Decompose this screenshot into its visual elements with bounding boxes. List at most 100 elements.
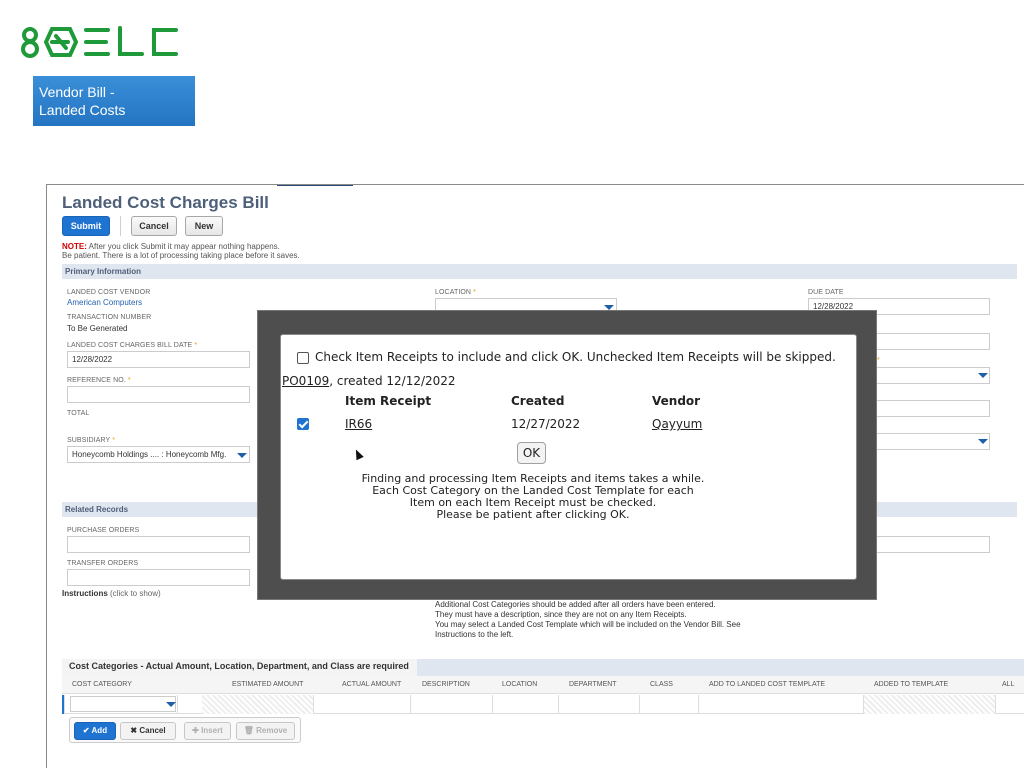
description-cell[interactable] xyxy=(411,695,493,714)
topic-badge: Vendor Bill - Landed Costs xyxy=(33,76,195,126)
company-logo xyxy=(21,26,178,58)
transfer-orders-label: TRANSFER ORDERS xyxy=(67,560,139,567)
col-class: CLASS xyxy=(650,681,673,688)
subsidiary-select[interactable]: Honeycomb Holdings .... : Honeycomb Mfg. xyxy=(67,446,250,463)
col-location: LOCATION xyxy=(502,681,538,688)
transfer-orders-field[interactable] xyxy=(67,569,250,586)
instructions-toggle[interactable]: Instructions (click to show) xyxy=(62,589,161,598)
cost-category-input[interactable] xyxy=(70,696,176,712)
new-button[interactable]: New xyxy=(185,216,223,236)
estimated-amount-cell xyxy=(202,695,314,714)
page-title: Landed Cost Charges Bill xyxy=(62,193,269,212)
dialog-message: Finding and processing Item Receipts and… xyxy=(300,473,766,521)
reference-label: REFERENCE NO. * xyxy=(67,377,131,384)
added-to-template-cell xyxy=(864,695,996,714)
topic-line-1: Vendor Bill - xyxy=(39,84,115,100)
top-accent xyxy=(277,185,353,186)
sublist-buttons: ✔ Add ✖ Cancel ✚ Insert 🗑 Remove xyxy=(69,717,301,743)
note-line-1: After you click Submit it may appear not… xyxy=(88,242,280,251)
message-line: Please be patient after clicking OK. xyxy=(436,508,630,521)
cancel-line-label: Cancel xyxy=(139,726,166,735)
instructions-line: You may select a Landed Cost Template wh… xyxy=(435,620,741,629)
dialog-instruction: Check Item Receipts to include and click… xyxy=(315,350,836,364)
instructions-line: Additional Cost Categories should be add… xyxy=(435,600,716,609)
item-receipt-vendor[interactable]: Qayyum xyxy=(652,417,702,431)
required-mark: * xyxy=(127,377,131,384)
col-item-receipt: Item Receipt xyxy=(345,394,432,408)
note-label: NOTE: xyxy=(62,242,87,251)
add-to-template-cell[interactable] xyxy=(699,695,864,714)
remove-label: Remove xyxy=(256,726,288,735)
location-cell[interactable] xyxy=(493,695,559,714)
required-mark: * xyxy=(877,357,880,364)
col-added-to-template: ADDED TO TEMPLATE xyxy=(874,681,949,688)
col-actual-amount: ACTUAL AMOUNT xyxy=(342,681,402,688)
col-department: DEPARTMENT xyxy=(569,681,617,688)
transaction-number-value: To Be Generated xyxy=(67,324,128,333)
insert-label: Insert xyxy=(201,726,223,735)
purchase-orders-field[interactable] xyxy=(67,536,250,553)
instructions-hint: (click to show) xyxy=(110,589,161,598)
col-created: Created xyxy=(511,394,565,408)
po-line: PO0109, created 12/12/2022 xyxy=(282,374,456,388)
required-mark: * xyxy=(194,342,198,349)
reference-field[interactable] xyxy=(67,386,250,403)
subsidiary-label: SUBSIDIARY * xyxy=(67,437,115,444)
item-receipt-created: 12/27/2022 xyxy=(511,417,581,431)
note-line-2: Be patient. There is a lot of processing… xyxy=(62,251,300,260)
row-marker xyxy=(62,695,65,714)
subsidiary-label-text: SUBSIDIARY xyxy=(67,437,111,444)
po-link[interactable]: PO0109 xyxy=(282,374,329,388)
chevron-down-icon[interactable] xyxy=(978,373,988,378)
remove-button[interactable]: 🗑 Remove xyxy=(236,722,295,740)
item-receipt-link[interactable]: IR66 xyxy=(345,417,372,431)
bill-date-label: LANDED COST CHARGES BILL DATE * xyxy=(67,342,197,349)
item-receipt-dialog xyxy=(280,334,857,580)
insert-button[interactable]: ✚ Insert xyxy=(184,722,231,740)
class-cell[interactable] xyxy=(640,695,699,714)
chevron-down-icon[interactable] xyxy=(978,439,988,444)
location-label: LOCATION * xyxy=(435,289,476,296)
location-label-text: LOCATION xyxy=(435,289,472,296)
col-vendor: Vendor xyxy=(652,394,701,408)
primary-information-header[interactable]: Primary Information xyxy=(62,264,1017,279)
topic-line-2: Landed Costs xyxy=(39,102,126,118)
po-created: , created 12/12/2022 xyxy=(329,374,456,388)
reference-label-text: REFERENCE NO. xyxy=(67,377,126,384)
vendor-label: LANDED COST VENDOR xyxy=(67,289,151,296)
add-button[interactable]: ✔ Add xyxy=(74,722,116,740)
col-add-to-template: ADD TO LANDED COST TEMPLATE xyxy=(709,681,826,688)
department-cell[interactable] xyxy=(559,695,640,714)
instructions-label: Instructions xyxy=(62,589,108,598)
instructions-text: Additional Cost Categories should be add… xyxy=(435,600,795,640)
submit-note: NOTE: After you click Submit it may appe… xyxy=(62,242,300,260)
bill-date-label-text: LANDED COST CHARGES BILL DATE xyxy=(67,342,193,349)
vendor-value[interactable]: American Computers xyxy=(67,298,142,307)
required-mark: * xyxy=(112,437,116,444)
ok-button[interactable]: OK xyxy=(517,442,546,464)
cancel-button[interactable]: Cancel xyxy=(131,216,177,236)
chevron-down-icon[interactable] xyxy=(166,702,176,707)
required-mark: * xyxy=(473,289,476,296)
divider xyxy=(120,216,121,236)
col-description: DESCRIPTION xyxy=(422,681,470,688)
chevron-down-icon[interactable] xyxy=(237,453,247,458)
actual-amount-cell[interactable] xyxy=(314,695,411,714)
add-label: Add xyxy=(91,726,108,735)
sublist-title[interactable]: Cost Categories - Actual Amount, Locatio… xyxy=(69,661,409,671)
col-cost-category: COST CATEGORY xyxy=(72,681,132,688)
instructions-line: Instructions to the left. xyxy=(435,630,514,639)
bill-date-field[interactable]: 12/28/2022 xyxy=(67,351,250,368)
col-all: ALL xyxy=(1002,681,1015,688)
purchase-orders-label: PURCHASE ORDERS xyxy=(67,527,140,534)
due-date-label: DUE DATE xyxy=(808,289,844,296)
submit-button[interactable]: Submit xyxy=(62,216,110,236)
col-estimated-amount: ESTIMATED AMOUNT xyxy=(232,681,304,688)
transaction-number-label: TRANSACTION NUMBER xyxy=(67,314,152,321)
cost-category-select[interactable] xyxy=(68,695,178,714)
select-all-checkbox[interactable] xyxy=(297,352,309,364)
required-mark-text: * xyxy=(877,357,880,364)
cancel-line-button[interactable]: ✖ Cancel xyxy=(120,722,176,740)
sublist-edit-row xyxy=(62,695,1024,714)
item-receipt-checkbox[interactable] xyxy=(297,418,309,430)
